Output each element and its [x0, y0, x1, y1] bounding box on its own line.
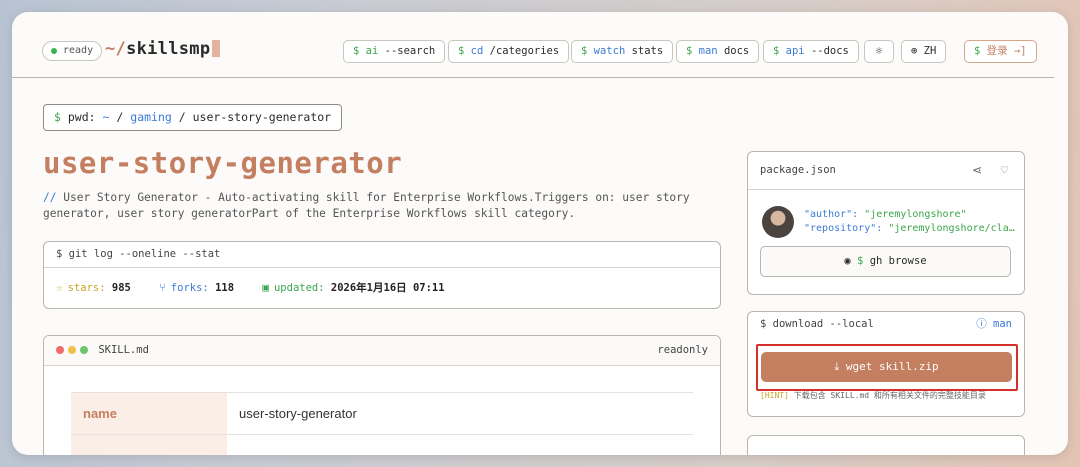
author-avatar [762, 206, 794, 238]
download-panel: $ download --local ⓘ man ⤓ wget skill.zi… [747, 311, 1025, 417]
breadcrumb: $ pwd: ~ / gaming / user-story-generator [43, 104, 343, 131]
skill-description: // User Story Generator - Auto-activatin… [43, 191, 690, 220]
forks-stat: ⑂ forks: 118 [159, 281, 234, 294]
download-hint: [HINT] 下载包含 SKILL.md 和所有相关文件的完整技能目录 [760, 391, 986, 400]
globe-icon: ⊕ [911, 45, 918, 57]
skill-md-header: SKILL.md readonly [44, 336, 720, 366]
readonly-label: readonly [657, 344, 708, 356]
download-button[interactable]: ⤓ wget skill.zip [761, 352, 1012, 382]
header-divider [12, 77, 1054, 78]
package-json-panel: package.json ⋖ ♡ "author": "jeremylongsh… [747, 151, 1025, 295]
table-key [71, 435, 227, 455]
gh-browse-button[interactable]: ◉ $ gh browse [760, 246, 1011, 277]
table-value: user-story-generator [239, 406, 357, 421]
fork-icon: ⑂ [159, 281, 166, 294]
calendar-icon: ▣ [262, 281, 269, 294]
next-panel [747, 435, 1025, 455]
nav-watch-stats-button[interactable]: $ watch stats [571, 40, 674, 63]
github-icon: ◉ [844, 255, 851, 267]
git-log-panel: $ git log --oneline --stat ☆ stars: 985 ⑂… [43, 241, 721, 309]
language-button[interactable]: ⊕ ZH [901, 40, 947, 63]
download-icon: ⤓ [834, 360, 840, 373]
breadcrumb-home[interactable]: ~ [103, 110, 110, 124]
heart-icon[interactable]: ♡ [1001, 152, 1008, 189]
site-logo[interactable]: ~/skillsmp [105, 39, 221, 59]
package-json-header: package.json ⋖ ♡ [748, 152, 1024, 190]
status-label: ready [63, 45, 94, 56]
git-log-header: $ git log --oneline --stat [44, 242, 720, 268]
logo-name: skillsmp [126, 39, 211, 59]
table-value [227, 435, 239, 455]
help-icon: ⓘ [976, 318, 987, 330]
nav-ai-search-button[interactable]: $ ai --search [343, 40, 446, 63]
man-link[interactable]: ⓘ man [976, 312, 1012, 337]
nav-api-docs-button[interactable]: $ api --docs [763, 40, 859, 63]
maximize-dot [80, 346, 88, 354]
nav-categories-button[interactable]: $ cd /categories [448, 40, 570, 63]
status-badge: ready [42, 41, 103, 61]
star-icon: ☆ [56, 281, 63, 294]
package-json-content: "author": "jeremylongshore" "repository"… [804, 209, 1015, 234]
table-row [71, 435, 693, 455]
login-button[interactable]: $ 登录 →] [964, 40, 1037, 63]
table-row: name user-story-generator [71, 393, 693, 435]
breadcrumb-current: user-story-generator [192, 110, 332, 124]
main-card: ready ~/skillsmp $ ai --search $ cd /cat… [12, 12, 1068, 455]
stats-row: ☆ stars: 985 ⑂ forks: 118 ▣ updated: 2026年1… [44, 268, 720, 308]
breadcrumb-category[interactable]: gaming [130, 110, 172, 124]
download-header: $ download --local ⓘ man [748, 312, 1024, 338]
table-key: name [71, 393, 227, 434]
frontmatter-table: name user-story-generator [71, 392, 693, 455]
login-icon: →] [1013, 45, 1027, 57]
theme-toggle-button[interactable]: ☼ [864, 40, 894, 63]
logo-prefix: ~/ [105, 39, 127, 59]
stars-stat: ☆ stars: 985 [56, 281, 131, 294]
nav-man-docs-button[interactable]: $ man docs [676, 40, 760, 63]
close-dot [56, 346, 64, 354]
window-dots [56, 344, 92, 356]
updated-stat: ▣ updated: 2026年1月16日 07:11 [262, 281, 444, 294]
status-dot [51, 48, 57, 54]
sun-icon: ☼ [875, 44, 883, 58]
package-json-filename: package.json [760, 164, 836, 176]
share-icon[interactable]: ⋖ [972, 152, 982, 189]
minimize-dot [68, 346, 76, 354]
skill-md-filename: SKILL.md [98, 344, 149, 356]
cursor-block [212, 40, 221, 57]
page-title: user-story-generator [43, 146, 403, 180]
skill-md-panel: SKILL.md readonly name user-story-genera… [43, 335, 721, 455]
